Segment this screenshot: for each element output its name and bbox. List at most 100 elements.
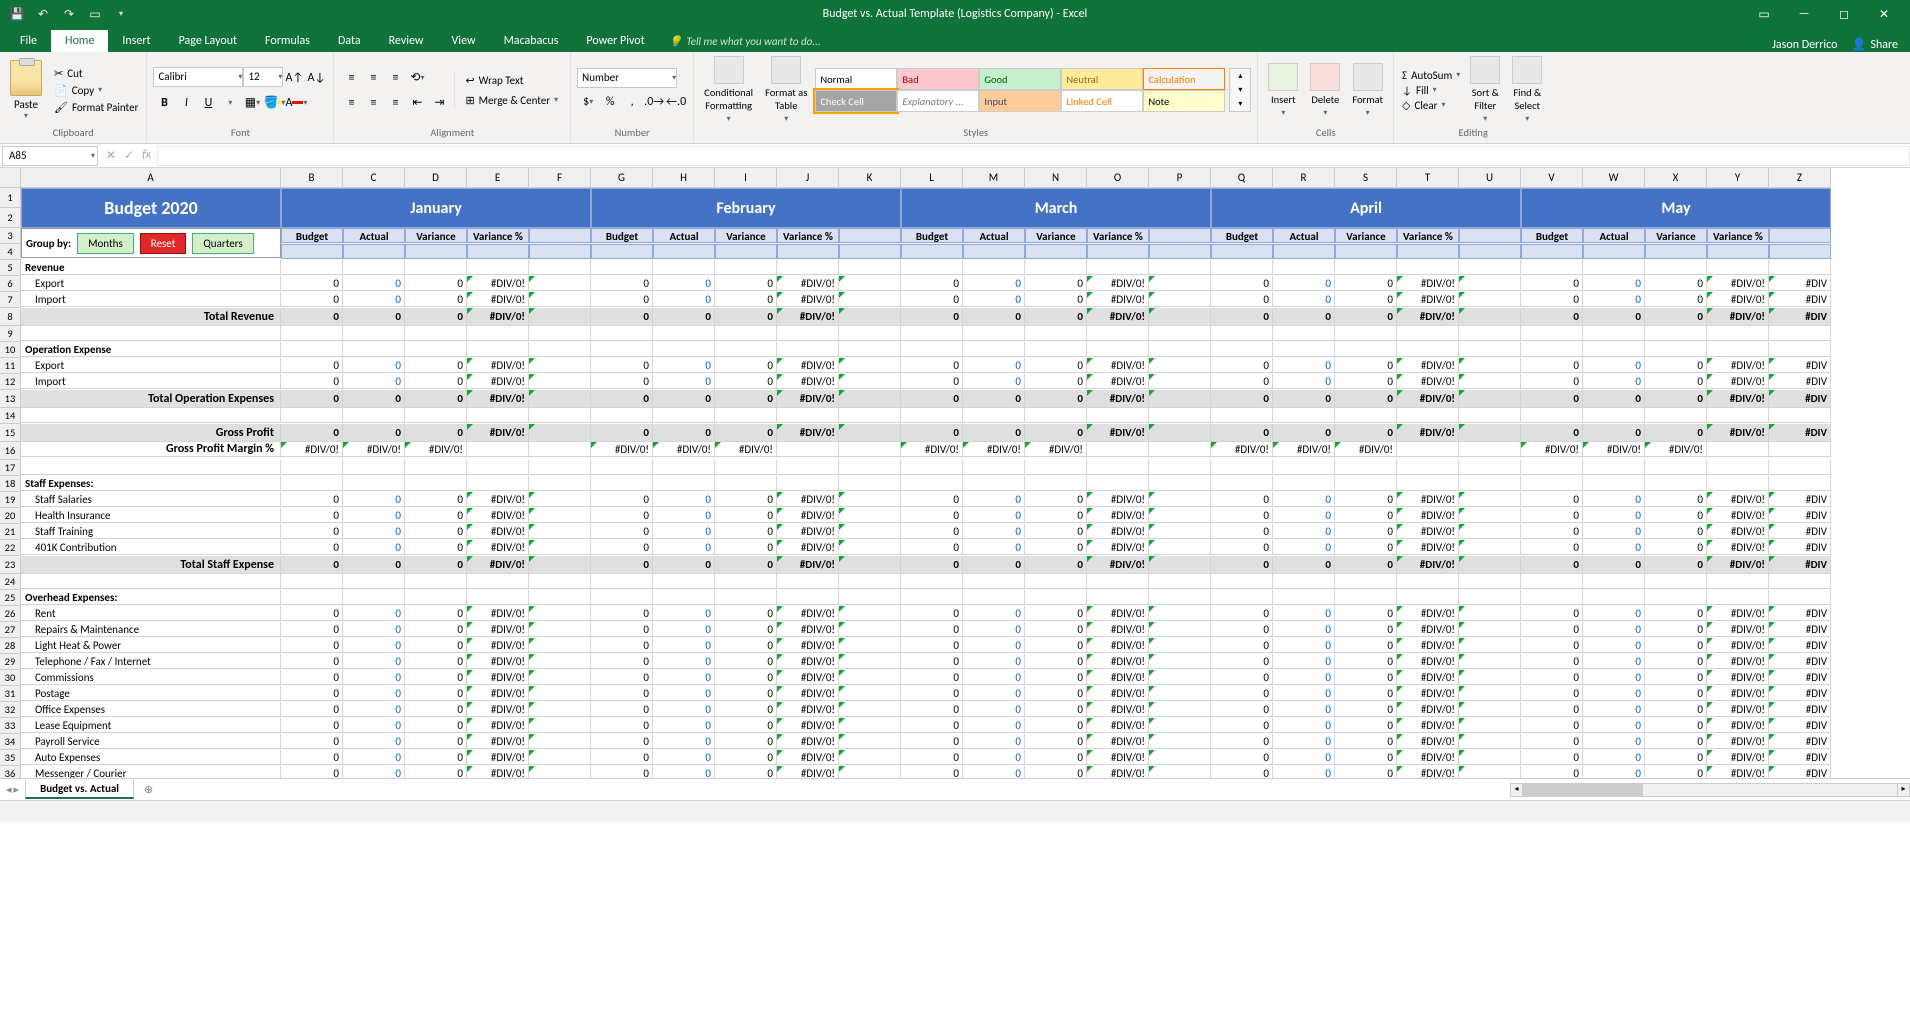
cell[interactable]: 0 — [1273, 424, 1335, 442]
cell[interactable]: #DIV/0! — [467, 540, 529, 555]
cell[interactable]: 0 — [653, 670, 715, 685]
cell[interactable]: 0 — [1273, 718, 1335, 733]
cell[interactable]: #DIV — [1769, 492, 1831, 507]
col-header-M[interactable]: M — [963, 168, 1025, 188]
cell[interactable]: 0 — [1211, 686, 1273, 701]
cell[interactable]: #DIV — [1769, 606, 1831, 621]
cell[interactable] — [1149, 654, 1211, 669]
cell[interactable]: #DIV/0! — [1087, 390, 1149, 408]
cell[interactable] — [1149, 750, 1211, 765]
cell[interactable] — [1211, 260, 1273, 275]
cell[interactable] — [1397, 476, 1459, 491]
cell-blank[interactable] — [1273, 244, 1335, 259]
cell[interactable]: 0 — [715, 524, 777, 539]
cell[interactable] — [963, 460, 1025, 475]
cell[interactable]: 0 — [1211, 766, 1273, 778]
cell[interactable] — [1459, 556, 1521, 574]
cell[interactable] — [529, 540, 591, 555]
row-header-14[interactable]: 14 — [0, 408, 21, 424]
select-all-button[interactable] — [0, 168, 21, 188]
cell[interactable]: 0 — [281, 670, 343, 685]
cell[interactable]: 0 — [1335, 508, 1397, 523]
cell[interactable]: 0 — [405, 750, 467, 765]
cell[interactable]: 0 — [591, 750, 653, 765]
cell[interactable]: 0 — [1273, 358, 1335, 373]
cell[interactable] — [1397, 442, 1459, 457]
cell[interactable]: #DIV/0! — [1645, 442, 1707, 457]
cell[interactable]: 0 — [1521, 308, 1583, 326]
cell[interactable] — [1459, 686, 1521, 701]
cell[interactable]: #DIV/0! — [777, 686, 839, 701]
cell[interactable]: #DIV/0! — [1087, 750, 1149, 765]
cell[interactable]: #DIV/0! — [1707, 308, 1769, 326]
cell[interactable]: #DIV/0! — [1397, 492, 1459, 507]
row-header-8[interactable]: 8 — [0, 308, 21, 326]
redo-icon[interactable]: ↷ — [58, 3, 80, 25]
cell[interactable]: 0 — [1521, 638, 1583, 653]
cell[interactable]: #DIV/0! — [1397, 540, 1459, 555]
cell[interactable]: 0 — [1211, 308, 1273, 326]
col-header-Y[interactable]: Y — [1707, 168, 1769, 188]
cell[interactable] — [653, 342, 715, 357]
cell[interactable]: #DIV/0! — [1397, 702, 1459, 717]
cell[interactable]: 0 — [1211, 556, 1273, 574]
cell[interactable]: 0 — [1645, 524, 1707, 539]
cell[interactable]: 0 — [1273, 654, 1335, 669]
cell[interactable]: 0 — [281, 508, 343, 523]
style-note[interactable]: Note — [1143, 90, 1225, 112]
row-label-35[interactable]: Auto Expenses — [21, 750, 281, 765]
cell[interactable] — [715, 260, 777, 275]
cell[interactable]: 0 — [405, 654, 467, 669]
cell[interactable]: 0 — [1025, 276, 1087, 291]
cell[interactable]: 0 — [963, 670, 1025, 685]
cell[interactable]: #DIV/0! — [1025, 442, 1087, 457]
cell-blank[interactable] — [405, 244, 467, 259]
cell[interactable] — [839, 670, 901, 685]
cell[interactable]: 0 — [1211, 374, 1273, 389]
cell[interactable] — [591, 260, 653, 275]
cell[interactable]: #DIV — [1769, 686, 1831, 701]
cell[interactable]: #DIV — [1769, 424, 1831, 442]
cell[interactable]: 0 — [1273, 622, 1335, 637]
cell[interactable]: 0 — [653, 718, 715, 733]
cell[interactable]: 0 — [1521, 718, 1583, 733]
cell[interactable] — [963, 574, 1025, 589]
italic-button[interactable]: I — [175, 92, 197, 114]
cell[interactable]: 0 — [1583, 556, 1645, 574]
cell[interactable] — [529, 358, 591, 373]
cell[interactable]: 0 — [715, 686, 777, 701]
cell[interactable] — [1459, 638, 1521, 653]
cell[interactable]: 0 — [281, 734, 343, 749]
cell[interactable] — [1273, 574, 1335, 589]
clear-button[interactable]: ◇ Clear ▾ — [1400, 99, 1462, 112]
cell[interactable]: #DIV/0! — [467, 702, 529, 717]
cell[interactable] — [467, 590, 529, 605]
cell[interactable] — [1211, 342, 1273, 357]
cell[interactable]: 0 — [653, 524, 715, 539]
cell[interactable]: 0 — [1273, 702, 1335, 717]
cell[interactable] — [1583, 326, 1645, 341]
cell[interactable] — [839, 424, 901, 442]
row-header-33[interactable]: 33 — [0, 718, 21, 734]
cell[interactable] — [715, 574, 777, 589]
cell[interactable]: 0 — [343, 540, 405, 555]
cell[interactable] — [1397, 590, 1459, 605]
cell[interactable]: 0 — [343, 718, 405, 733]
cell[interactable] — [529, 574, 591, 589]
cell[interactable]: #DIV/0! — [467, 654, 529, 669]
cell[interactable] — [1273, 476, 1335, 491]
cell[interactable]: 0 — [963, 540, 1025, 555]
cell[interactable]: 0 — [1025, 508, 1087, 523]
cell[interactable] — [839, 654, 901, 669]
cell[interactable]: #DIV/0! — [1707, 638, 1769, 653]
merge-center-button[interactable]: ⊞ Merge & Center ▾ — [459, 92, 564, 109]
cell[interactable]: 0 — [591, 292, 653, 307]
cell[interactable]: 0 — [1025, 424, 1087, 442]
cell[interactable] — [1459, 702, 1521, 717]
cell[interactable]: 0 — [1583, 308, 1645, 326]
cell[interactable] — [1087, 574, 1149, 589]
cell[interactable] — [1025, 460, 1087, 475]
total-label-23[interactable]: Total Staff Expense — [21, 556, 281, 574]
cell[interactable]: #DIV/0! — [1087, 670, 1149, 685]
cell[interactable]: 0 — [1645, 606, 1707, 621]
